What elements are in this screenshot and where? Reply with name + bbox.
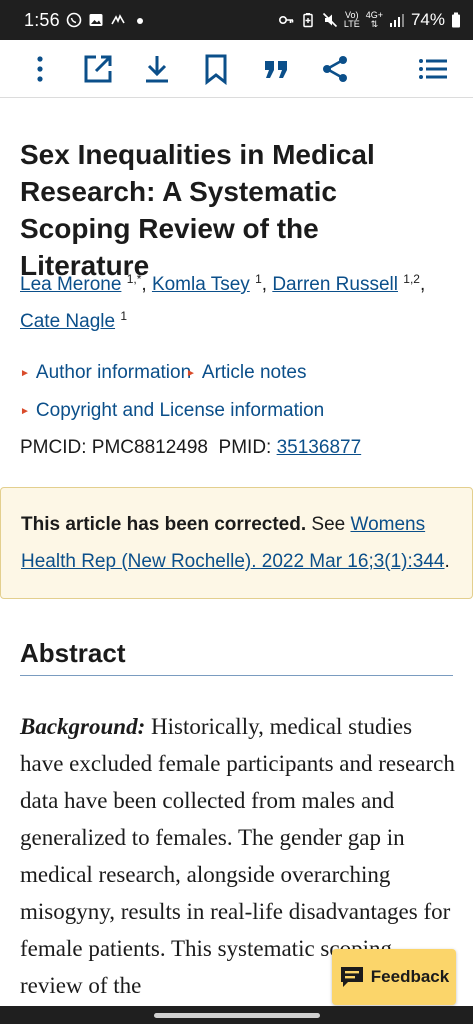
table-of-contents-icon	[419, 59, 447, 79]
download-icon	[146, 56, 168, 83]
pmcid-label: PMCID:	[20, 437, 87, 458]
key-icon	[278, 16, 294, 25]
copyright-license-toggle[interactable]: ► Copyright and License information	[20, 400, 324, 422]
battery-icon	[452, 12, 460, 28]
author-affiliation: 1,*	[126, 272, 142, 286]
quote-icon	[265, 61, 287, 78]
status-bar: 1:56 Vo) LTE 4G+ ⇅ 74%	[0, 0, 473, 40]
author-list: Lea Merone 1,*, Komla Tsey 1, Darren Rus…	[20, 272, 426, 332]
gallery-icon	[89, 14, 103, 26]
pmid-label: PMID:	[218, 437, 272, 458]
correction-notice: This article has been corrected. See Wom…	[0, 487, 473, 599]
download-button[interactable]	[139, 51, 175, 87]
article-notes-toggle[interactable]: ► Article notes	[186, 362, 306, 384]
cite-button[interactable]	[258, 51, 294, 87]
mute-icon	[322, 12, 337, 28]
system-nav-bar	[0, 1006, 473, 1024]
bookmark-button[interactable]	[198, 51, 234, 87]
battery-percent: 74%	[410, 10, 445, 29]
battery-saver-icon	[303, 13, 313, 28]
author-link[interactable]: Lea Merone	[20, 274, 121, 295]
article-title: Sex Inequalities in Medical Research: A …	[20, 139, 375, 281]
triangle-right-icon: ►	[20, 367, 30, 379]
data-indicator: 4G+ ⇅	[365, 10, 383, 29]
triangle-right-icon: ►	[20, 405, 30, 417]
volte-indicator: Vo) LTE	[343, 10, 360, 29]
more-vert-icon	[37, 56, 43, 82]
dot-icon	[136, 18, 143, 24]
article-identifiers: PMCID: PMC8812498 PMID: 35136877	[20, 437, 361, 459]
correction-notice-title: This article has been corrected.	[21, 514, 307, 535]
pmid-link[interactable]: 35136877	[277, 437, 362, 458]
abstract-heading: Abstract	[20, 638, 453, 676]
feedback-label: Feedback	[370, 967, 450, 986]
signal-icon	[389, 14, 404, 27]
home-gesture-handle[interactable]	[154, 1013, 320, 1018]
triangle-right-icon: ►	[186, 367, 196, 379]
chat-bubble-icon	[340, 967, 363, 987]
author-affiliation: 1,2	[403, 272, 420, 286]
author-link[interactable]: Komla Tsey	[152, 274, 250, 295]
wave-icon	[111, 14, 125, 25]
article-toolbar	[0, 40, 473, 98]
open-external-icon	[84, 55, 112, 83]
open-external-button[interactable]	[80, 51, 116, 87]
author-affiliation: 1	[255, 272, 262, 286]
more-options-button[interactable]	[22, 51, 58, 87]
author-information-toggle[interactable]: ► Author information	[20, 362, 191, 384]
background-label: Background:	[20, 714, 146, 739]
feedback-button[interactable]: Feedback	[332, 949, 456, 1005]
whatsapp-icon	[66, 12, 82, 28]
status-time: 1:56	[24, 9, 60, 30]
author-link[interactable]: Cate Nagle	[20, 311, 115, 332]
share-button[interactable]	[317, 51, 353, 87]
bookmark-icon	[205, 54, 227, 85]
share-icon	[323, 56, 347, 82]
table-of-contents-button[interactable]	[415, 51, 451, 87]
pmcid-value: PMC8812498	[91, 437, 208, 458]
author-link[interactable]: Darren Russell	[272, 274, 398, 295]
author-affiliation: 1	[120, 309, 128, 323]
